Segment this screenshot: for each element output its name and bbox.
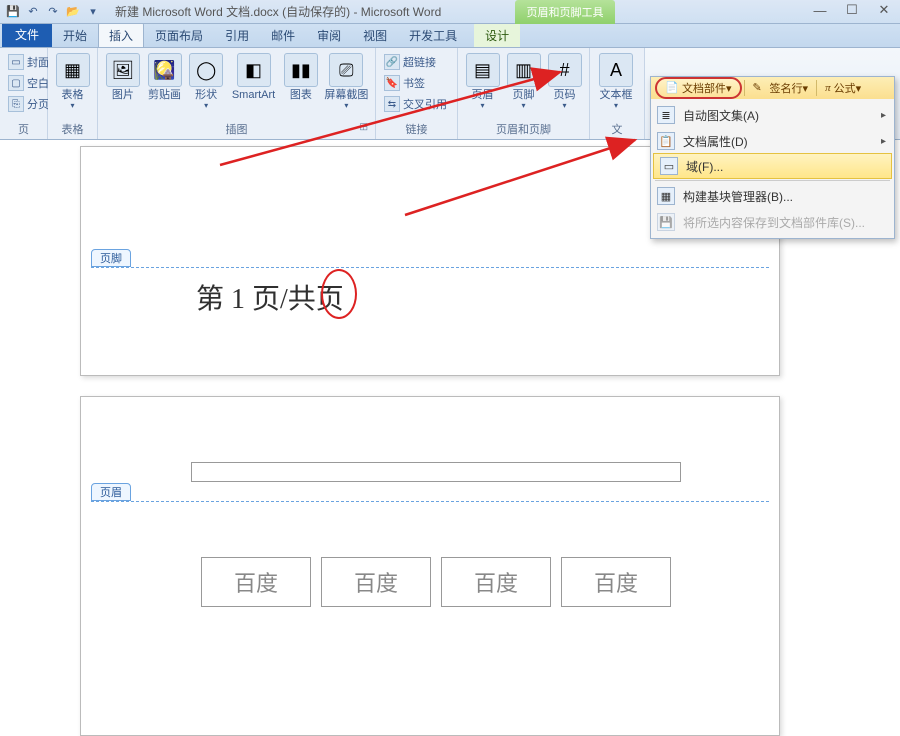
menu-save-selection: 💾将所选内容保存到文档部件库(S)... <box>651 209 894 235</box>
cover-page-icon: ▭ <box>8 54 24 70</box>
signature-line-button[interactable]: ✎签名行 ▾ <box>747 77 815 99</box>
table-button[interactable]: ▦ 表格▾ <box>52 51 93 110</box>
qat-redo-icon[interactable]: ↷ <box>44 3 62 21</box>
window-controls: — ☐ ✕ <box>804 0 900 20</box>
tab-insert[interactable]: 插入 <box>98 22 144 47</box>
group-pages-label: 页 <box>4 120 43 139</box>
clipart-button[interactable]: 🎑剪贴画 <box>144 51 186 101</box>
tab-view[interactable]: 视图 <box>352 22 398 47</box>
quickparts-dropdown: 📄文档部件 ▾ ✎签名行 ▾ π 公式 ▾ ≣自动图文集(A)▸ 📋文档属性(D… <box>650 76 895 239</box>
tab-home[interactable]: 开始 <box>52 22 98 47</box>
tab-design[interactable]: 设计 <box>474 22 520 47</box>
textbox-button[interactable]: A文本框▾ <box>594 51 638 110</box>
page-number-icon: # <box>548 53 582 87</box>
group-links: 🔗超链接 🔖书签 ⇆交叉引用 链接 <box>376 48 458 139</box>
shapes-icon: ◯ <box>189 53 223 87</box>
smartart-icon: ◧ <box>237 53 271 87</box>
tab-review[interactable]: 审阅 <box>306 22 352 47</box>
page-break-icon: ⎘ <box>8 96 24 112</box>
table-outline[interactable] <box>191 462 681 482</box>
submenu-arrow-icon: ▸ <box>881 110 886 121</box>
hyperlink-button[interactable]: 🔗超链接 <box>380 52 451 72</box>
group-illustrations: 🖼图片 🎑剪贴画 ◯形状▾ ◧SmartArt ▮▮图表 ⎚屏幕截图▾ 插图◲ <box>98 48 376 139</box>
dropdown-list: ≣自动图文集(A)▸ 📋文档属性(D)▸ ▭域(F)... ▦构建基块管理器(B… <box>651 99 894 238</box>
header-tag[interactable]: 页眉 <box>91 483 131 501</box>
document-page-2[interactable]: 页眉 百度 百度 百度 百度 <box>80 396 780 736</box>
group-tables-label: 表格 <box>52 120 93 139</box>
footer-tag[interactable]: 页脚 <box>91 249 131 267</box>
group-links-label: 链接 <box>380 120 453 139</box>
blank-page-icon: ▢ <box>8 75 24 91</box>
shapes-button[interactable]: ◯形状▾ <box>185 51 227 110</box>
header-guide-line <box>91 501 769 502</box>
annotation-circle <box>321 269 357 319</box>
ribbon-tabs: 文件 开始 插入 页面布局 引用 邮件 审阅 视图 开发工具 设计 <box>0 24 900 48</box>
signature-icon: ✎ <box>753 81 767 95</box>
crossref-button[interactable]: ⇆交叉引用 <box>380 94 451 114</box>
header-icon: ▤ <box>466 53 500 87</box>
textbox-icon: A <box>599 53 633 87</box>
quick-access-toolbar: 💾 ↶ ↷ 📂 ▾ <box>4 3 102 21</box>
savesel-icon: 💾 <box>657 213 675 231</box>
table-icon: ▦ <box>56 53 90 87</box>
group-tables: ▦ 表格▾ 表格 <box>48 48 98 139</box>
quickparts-split-button[interactable]: 📄文档部件 ▾ <box>655 77 742 99</box>
footer-button[interactable]: ▥页脚▾ <box>503 51 544 110</box>
qat-customize-icon[interactable]: ▾ <box>84 3 102 21</box>
field-icon: ▭ <box>660 157 678 175</box>
title-bar: 💾 ↶ ↷ 📂 ▾ 新建 Microsoft Word 文档.docx (自动保… <box>0 0 900 24</box>
screenshot-icon: ⎚ <box>329 53 363 87</box>
submenu-arrow-icon: ▸ <box>881 136 886 147</box>
screenshot-button[interactable]: ⎚屏幕截图▾ <box>322 51 371 110</box>
hyperlink-icon: 🔗 <box>384 54 400 70</box>
tab-file[interactable]: 文件 <box>2 21 52 47</box>
autotext-icon: ≣ <box>657 106 675 124</box>
group-header-footer: ▤页眉▾ ▥页脚▾ #页码▾ 页眉和页脚 <box>458 48 590 139</box>
qat-open-icon[interactable]: 📂 <box>64 3 82 21</box>
chart-icon: ▮▮ <box>284 53 318 87</box>
qat-save-icon[interactable]: 💾 <box>4 3 22 21</box>
window-title: 新建 Microsoft Word 文档.docx (自动保存的) - Micr… <box>115 3 441 20</box>
clipart-icon: 🎑 <box>148 53 182 87</box>
tab-developer[interactable]: 开发工具 <box>398 22 468 47</box>
docprop-icon: 📋 <box>657 132 675 150</box>
tab-mail[interactable]: 邮件 <box>260 22 306 47</box>
footer-icon: ▥ <box>507 53 541 87</box>
group-header-footer-label: 页眉和页脚 <box>462 120 585 139</box>
close-button[interactable]: ✕ <box>868 0 900 20</box>
bookmark-icon: 🔖 <box>384 75 400 91</box>
chart-button[interactable]: ▮▮图表 <box>280 51 322 101</box>
page-number-button[interactable]: #页码▾ <box>544 51 585 110</box>
tab-layout[interactable]: 页面布局 <box>144 22 214 47</box>
bookmark-button[interactable]: 🔖书签 <box>380 73 451 93</box>
dropdown-header: 📄文档部件 ▾ ✎签名行 ▾ π 公式 ▾ <box>651 77 894 99</box>
tab-references[interactable]: 引用 <box>214 22 260 47</box>
contextual-tab-title: 页眉和页脚工具 <box>515 0 615 24</box>
group-illustrations-label: 插图◲ <box>102 120 371 139</box>
picture-button[interactable]: 🖼图片 <box>102 51 144 101</box>
crossref-icon: ⇆ <box>384 96 400 112</box>
menu-doc-property[interactable]: 📋文档属性(D)▸ <box>651 128 894 154</box>
group-text: A文本框▾ 文 <box>590 48 645 139</box>
header-button[interactable]: ▤页眉▾ <box>462 51 503 110</box>
qat-undo-icon[interactable]: ↶ <box>24 3 42 21</box>
dialog-launcher-icon[interactable]: ◲ <box>359 121 368 132</box>
maximize-button[interactable]: ☐ <box>836 0 868 20</box>
menu-field[interactable]: ▭域(F)... <box>653 153 892 179</box>
quickparts-icon: 📄 <box>665 81 679 95</box>
smartart-button[interactable]: ◧SmartArt <box>227 51 280 101</box>
group-pages: ▭封面 ▢空白页 ⎘分页 页 <box>0 48 48 139</box>
menu-autotext[interactable]: ≣自动图文集(A)▸ <box>651 102 894 128</box>
minimize-button[interactable]: — <box>804 0 836 20</box>
footer-guide-line <box>91 267 769 268</box>
equation-button[interactable]: π 公式 ▾ <box>819 77 867 99</box>
picture-icon: 🖼 <box>106 53 140 87</box>
menu-building-blocks[interactable]: ▦构建基块管理器(B)... <box>651 183 894 209</box>
buildingblocks-icon: ▦ <box>657 187 675 205</box>
group-text-label: 文 <box>594 120 640 139</box>
